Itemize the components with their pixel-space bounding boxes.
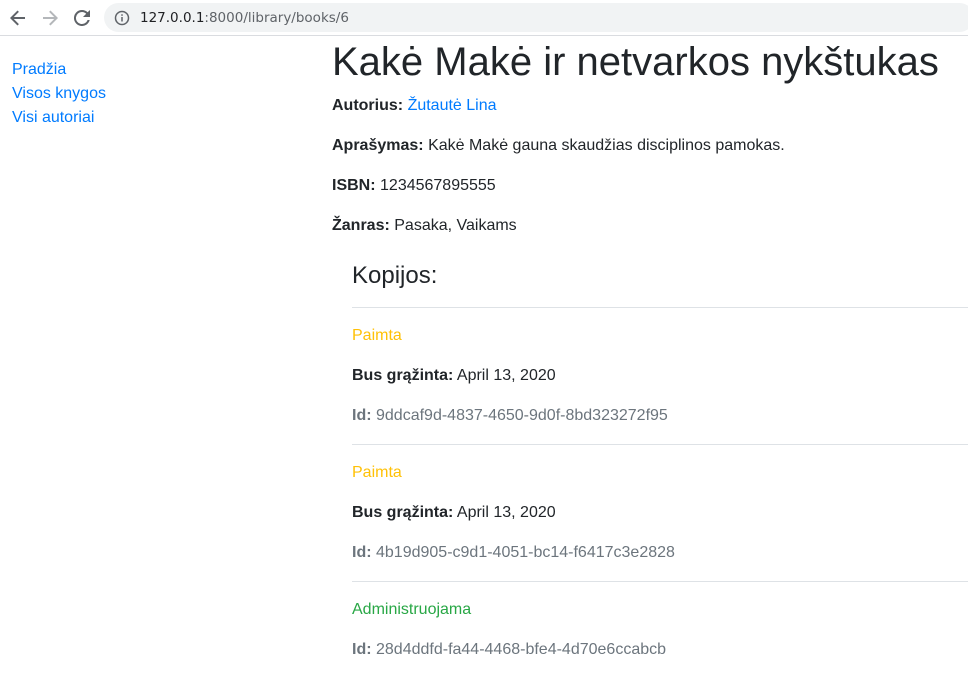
id-label: Id: bbox=[352, 407, 372, 424]
id-label: Id: bbox=[352, 544, 372, 561]
sidebar-item-home[interactable]: Pradžia bbox=[12, 58, 312, 82]
forward-button[interactable] bbox=[38, 6, 62, 30]
isbn-row: ISBN: 1234567895555 bbox=[332, 174, 968, 198]
sidebar-item-all-books[interactable]: Visos knygos bbox=[12, 82, 312, 106]
isbn-value: 1234567895555 bbox=[380, 177, 496, 194]
copies-section: Kopijos: Paimta Bus grąžinta: April 13, … bbox=[352, 262, 968, 662]
sidebar-item-all-authors[interactable]: Visi autoriai bbox=[12, 106, 312, 130]
reload-icon bbox=[74, 10, 90, 26]
due-label: Bus grąžinta: bbox=[352, 504, 454, 521]
copy-item: Paimta Bus grąžinta: April 13, 2020 Id: … bbox=[352, 444, 968, 565]
copy-id-row: Id: 28d4ddfd-fa44-4468-bfe4-4d70e6ccabcb bbox=[352, 638, 968, 662]
id-value: 4b19d905-c9d1-4051-bc14-f6417c3e2828 bbox=[376, 544, 675, 561]
due-value: April 13, 2020 bbox=[456, 504, 556, 521]
address-bar[interactable]: 127.0.0.1:8000/library/books/6 bbox=[104, 3, 968, 32]
description-value: Kakė Makė gauna skaudžias disciplinos pa… bbox=[428, 137, 785, 154]
copy-item: Paimta Bus grąžinta: April 13, 2020 Id: … bbox=[352, 307, 968, 428]
copy-due-row: Bus grąžinta: April 13, 2020 bbox=[352, 364, 968, 388]
url-path: :8000/library/books/6 bbox=[204, 9, 349, 26]
copy-status: Administruojama bbox=[352, 601, 472, 618]
isbn-label: ISBN: bbox=[332, 177, 376, 194]
due-label: Bus grąžinta: bbox=[352, 367, 454, 384]
book-meta: Autorius: Žutautė Lina Aprašymas: Kakė M… bbox=[332, 94, 968, 238]
description-label: Aprašymas: bbox=[332, 137, 424, 154]
page-title: Kakė Makė ir netvarkos nykštukas bbox=[332, 40, 939, 84]
author-link[interactable]: Žutautė Lina bbox=[408, 97, 497, 114]
copy-due-row: Bus grąžinta: April 13, 2020 bbox=[352, 501, 968, 525]
book-detail: Kakė Makė ir netvarkos nykštukas Autoriu… bbox=[332, 36, 968, 678]
genre-value: Pasaka, Vaikams bbox=[394, 217, 517, 234]
copy-status: Paimta bbox=[352, 327, 402, 344]
due-value: April 13, 2020 bbox=[456, 367, 556, 384]
url-host: 127.0.0.1 bbox=[140, 9, 205, 26]
back-button[interactable] bbox=[6, 6, 30, 30]
copy-id-row: Id: 9ddcaf9d-4837-4650-9d0f-8bd323272f95 bbox=[352, 404, 968, 428]
info-icon[interactable] bbox=[114, 10, 130, 26]
copy-status: Paimta bbox=[352, 464, 402, 481]
author-label: Autorius: bbox=[332, 97, 404, 114]
copies-heading: Kopijos: bbox=[352, 262, 438, 289]
description-row: Aprašymas: Kakė Makė gauna skaudžias dis… bbox=[332, 134, 968, 158]
id-value: 28d4ddfd-fa44-4468-bfe4-4d70e6ccabcb bbox=[376, 641, 667, 658]
copy-id-row: Id: 4b19d905-c9d1-4051-bc14-f6417c3e2828 bbox=[352, 541, 968, 565]
reload-button[interactable] bbox=[70, 6, 94, 30]
sidebar-nav: Pradžia Visos knygos Visi autoriai bbox=[12, 58, 312, 130]
author-row: Autorius: Žutautė Lina bbox=[332, 94, 968, 118]
copy-item: Administruojama Id: 28d4ddfd-fa44-4468-b… bbox=[352, 581, 968, 662]
arrow-left-icon bbox=[10, 10, 25, 26]
genre-label: Žanras: bbox=[332, 217, 390, 234]
genre-row: Žanras: Pasaka, Vaikams bbox=[332, 214, 968, 238]
id-label: Id: bbox=[352, 641, 372, 658]
browser-toolbar: 127.0.0.1:8000/library/books/6 bbox=[0, 0, 968, 36]
id-value: 9ddcaf9d-4837-4650-9d0f-8bd323272f95 bbox=[376, 407, 668, 424]
arrow-right-icon bbox=[43, 10, 58, 26]
